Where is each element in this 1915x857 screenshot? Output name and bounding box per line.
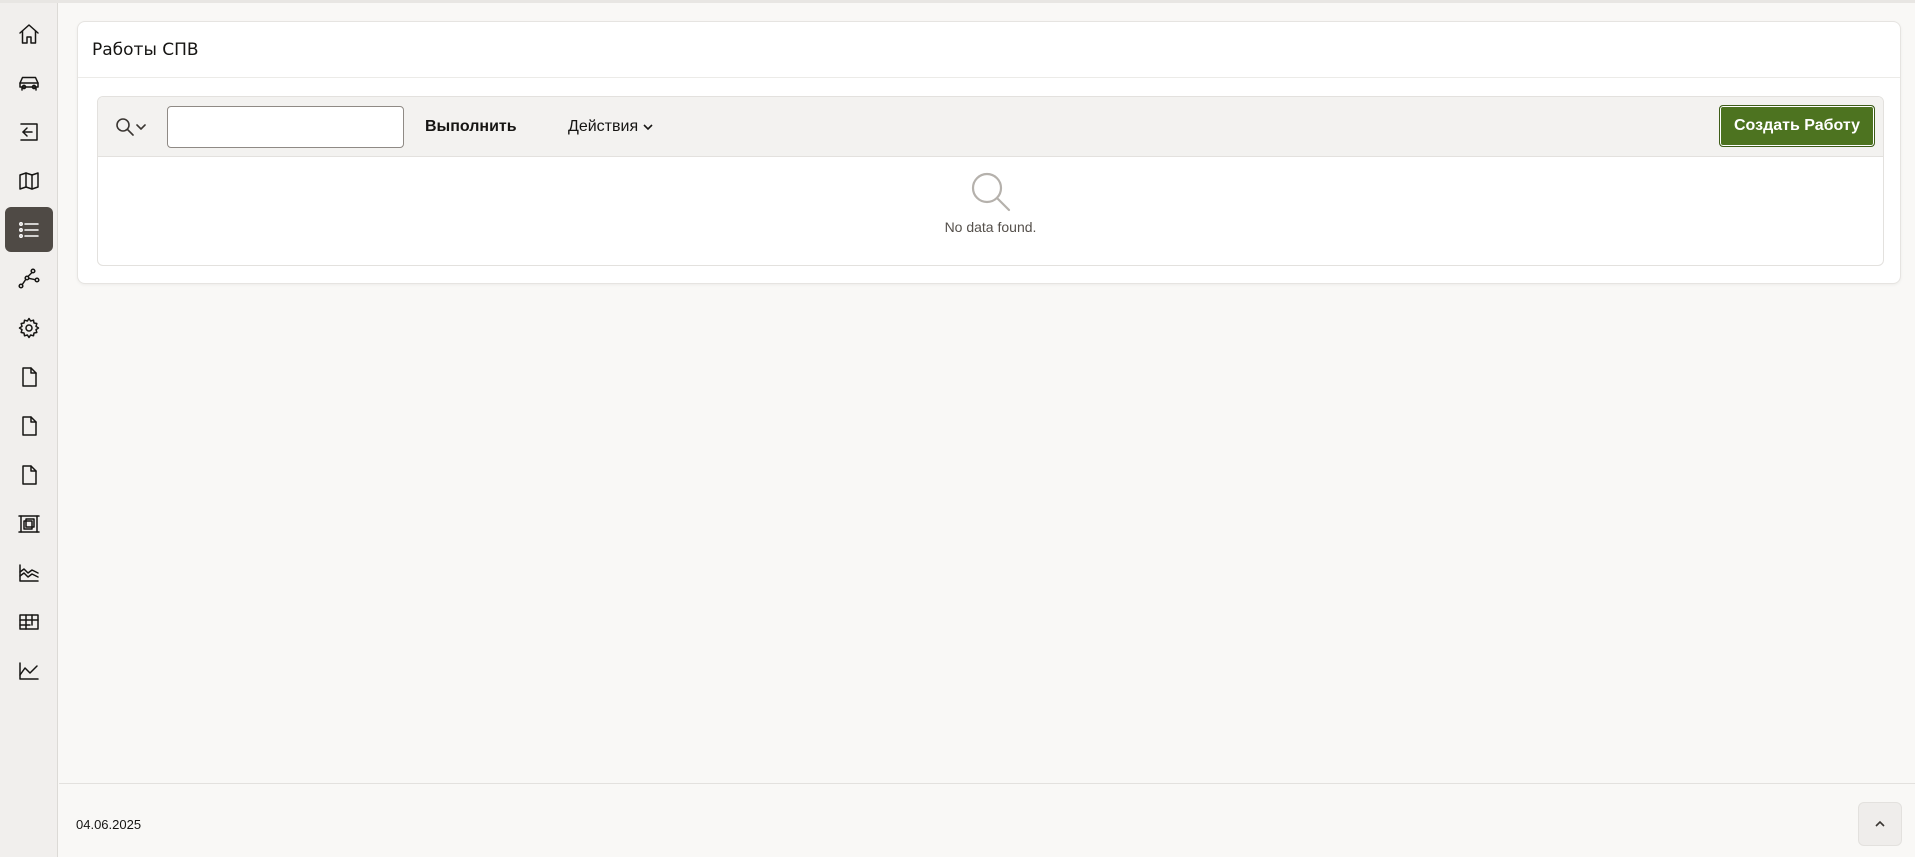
line-chart-icon — [19, 661, 39, 680]
sidebar-item-document-2[interactable] — [5, 403, 53, 448]
file-icon — [22, 415, 37, 436]
sidebar-item-document-1[interactable] — [5, 354, 53, 399]
page-footer: 04.06.2025 — [59, 783, 1915, 857]
car-icon — [19, 76, 39, 91]
search-column-toggle[interactable] — [115, 115, 155, 139]
sidebar-item-line-chart[interactable] — [5, 648, 53, 693]
top-border — [0, 0, 1915, 3]
table-icon — [19, 613, 39, 630]
actions-label: Действия — [568, 118, 639, 135]
interactive-report: Выполнить Действия Создать Работу No dat… — [97, 96, 1884, 266]
sidebar-nav — [0, 3, 58, 857]
footer-date: 04.06.2025 — [76, 817, 142, 832]
frame-icon — [18, 514, 40, 533]
sidebar-item-map[interactable] — [5, 158, 53, 203]
sidebar-item-settings[interactable] — [5, 305, 53, 350]
search-input[interactable] — [167, 106, 404, 148]
sidebar-item-list[interactable] — [5, 207, 53, 252]
chevron-down-icon — [136, 124, 146, 130]
route-icon — [18, 267, 40, 289]
sidebar-item-routes[interactable] — [5, 256, 53, 301]
sidebar-item-document-3[interactable] — [5, 452, 53, 497]
search-icon — [116, 118, 134, 136]
sidebar-item-area-chart[interactable] — [5, 550, 53, 595]
create-work-button[interactable]: Создать Работу — [1719, 105, 1875, 147]
area-chart-icon — [19, 563, 39, 582]
report-toolbar: Выполнить Действия Создать Работу — [98, 97, 1883, 157]
map-icon — [19, 171, 39, 190]
file-icon — [22, 366, 37, 387]
sidebar-item-entry[interactable] — [5, 109, 53, 154]
go-button[interactable]: Выполнить — [425, 114, 517, 140]
region-works: Работы СПВ Выполнить Действия Создать Ра… — [77, 21, 1901, 284]
sidebar-item-table[interactable] — [5, 599, 53, 644]
gear-icon — [18, 317, 40, 338]
scroll-to-top-button[interactable] — [1858, 802, 1902, 846]
sidebar-item-home[interactable] — [5, 11, 53, 56]
chevron-down-icon — [643, 124, 653, 131]
chevron-up-icon — [1875, 820, 1885, 827]
home-icon — [19, 23, 39, 44]
no-data-message: No data found. — [98, 157, 1883, 265]
list-icon — [19, 221, 39, 238]
actions-menu-button[interactable]: Действия — [568, 114, 654, 140]
no-data-text: No data found. — [944, 219, 1037, 235]
region-title: Работы СПВ — [92, 39, 199, 60]
file-icon — [22, 464, 37, 485]
sidebar-item-vehicles[interactable] — [5, 60, 53, 105]
sign-in-icon — [20, 122, 38, 141]
sidebar-item-frame[interactable] — [5, 501, 53, 546]
search-icon — [971, 172, 1010, 212]
region-header: Работы СПВ — [78, 22, 1900, 78]
